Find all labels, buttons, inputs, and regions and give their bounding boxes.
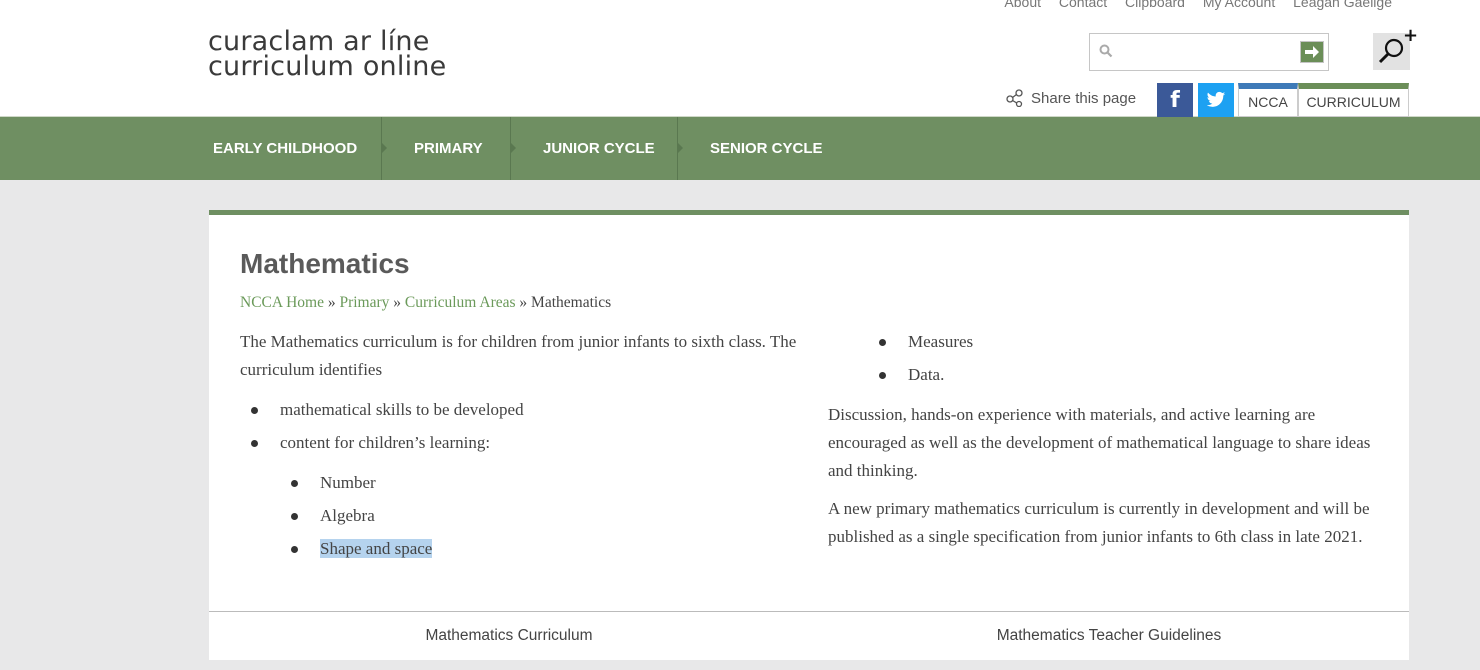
- selected-text: Shape and space: [320, 539, 433, 558]
- nav-senior-cycle[interactable]: SENIOR CYCLE: [710, 117, 823, 180]
- site-logo[interactable]: curaclam ar líne curriculum online: [208, 28, 447, 82]
- nav-divider: [381, 117, 387, 180]
- list-item: Number: [280, 469, 800, 497]
- nav-divider: [510, 117, 516, 180]
- search-submit-button[interactable]: [1300, 41, 1324, 63]
- site-header: About Contact Clipboard My Account Leaga…: [0, 0, 1480, 117]
- page-title: Mathematics: [240, 248, 410, 279]
- main-nav: EARLY CHILDHOOD PRIMARY JUNIOR CYCLE SEN…: [0, 117, 1480, 180]
- list-item: Measures: [868, 328, 1388, 356]
- arrow-right-icon: [1305, 46, 1319, 58]
- top-link-contact[interactable]: Contact: [1059, 0, 1107, 10]
- top-link-clipboard[interactable]: Clipboard: [1125, 0, 1185, 10]
- list-item: Algebra: [280, 502, 800, 530]
- content-panel: Mathematics NCCA Home » Primary » Curric…: [209, 210, 1409, 612]
- breadcrumb-ncca-home[interactable]: NCCA Home: [240, 294, 324, 311]
- twitter-share-button[interactable]: [1198, 83, 1234, 117]
- list-item: content for children’s learning:: [240, 429, 800, 457]
- share-icon: [1006, 89, 1023, 107]
- search-box: [1089, 33, 1329, 71]
- resource-tabs: Mathematics Curriculum Mathematics Teach…: [209, 611, 1409, 660]
- content-left-column: The Mathematics curriculum is for childr…: [240, 328, 800, 568]
- tab-ncca[interactable]: NCCA: [1238, 83, 1298, 117]
- curriculum-list: mathematical skills to be developed cont…: [240, 396, 800, 457]
- intro-paragraph: The Mathematics curriculum is for childr…: [240, 332, 797, 379]
- top-link-about[interactable]: About: [1004, 0, 1041, 10]
- content-strand-list-continued: Measures Data.: [868, 328, 1388, 389]
- breadcrumb-separator: »: [327, 294, 336, 311]
- nav-early-childhood[interactable]: EARLY CHILDHOOD: [213, 117, 357, 180]
- breadcrumb-separator: »: [393, 294, 402, 311]
- tab-mathematics-curriculum[interactable]: Mathematics Curriculum: [209, 612, 809, 660]
- content-right-column: Measures Data. Discussion, hands-on expe…: [828, 328, 1388, 561]
- facebook-icon: f: [1170, 88, 1180, 113]
- top-link-my-account[interactable]: My Account: [1203, 0, 1275, 10]
- plus-icon: +: [1403, 25, 1419, 46]
- breadcrumb-separator: »: [519, 294, 528, 311]
- tab-curriculum[interactable]: CURRICULUM: [1298, 83, 1409, 117]
- search-input[interactable]: [1120, 40, 1290, 64]
- top-link-irish-version[interactable]: Leagan Gaeilge: [1293, 0, 1392, 10]
- list-item: Data.: [868, 361, 1388, 389]
- breadcrumb-curriculum-areas[interactable]: Curriculum Areas: [405, 294, 516, 311]
- list-item: mathematical skills to be developed: [240, 396, 800, 424]
- advanced-search-button[interactable]: +: [1373, 25, 1418, 70]
- share-this-page[interactable]: Share this page: [1006, 89, 1136, 107]
- facebook-share-button[interactable]: f: [1157, 83, 1193, 117]
- nav-divider: [677, 117, 683, 180]
- share-label: Share this page: [1031, 89, 1137, 107]
- logo-line-english: curriculum online: [208, 51, 447, 82]
- twitter-icon: [1206, 91, 1226, 107]
- paragraph-new-curriculum: A new primary mathematics curriculum is …: [828, 499, 1370, 546]
- content-strand-list: Number Algebra Shape and space: [280, 469, 800, 563]
- list-item: Shape and space: [280, 535, 800, 563]
- nav-junior-cycle[interactable]: JUNIOR CYCLE: [543, 117, 655, 180]
- breadcrumb-current: Mathematics: [531, 294, 612, 311]
- breadcrumb-primary[interactable]: Primary: [339, 294, 389, 311]
- breadcrumb: NCCA Home » Primary » Curriculum Areas »…: [240, 294, 611, 312]
- tab-mathematics-teacher-guidelines[interactable]: Mathematics Teacher Guidelines: [809, 612, 1409, 660]
- search-icon: [1099, 44, 1113, 58]
- top-links: About Contact Clipboard My Account Leaga…: [990, 0, 1392, 10]
- nav-primary[interactable]: PRIMARY: [414, 117, 483, 180]
- paragraph-discussion: Discussion, hands-on experience with mat…: [828, 405, 1371, 480]
